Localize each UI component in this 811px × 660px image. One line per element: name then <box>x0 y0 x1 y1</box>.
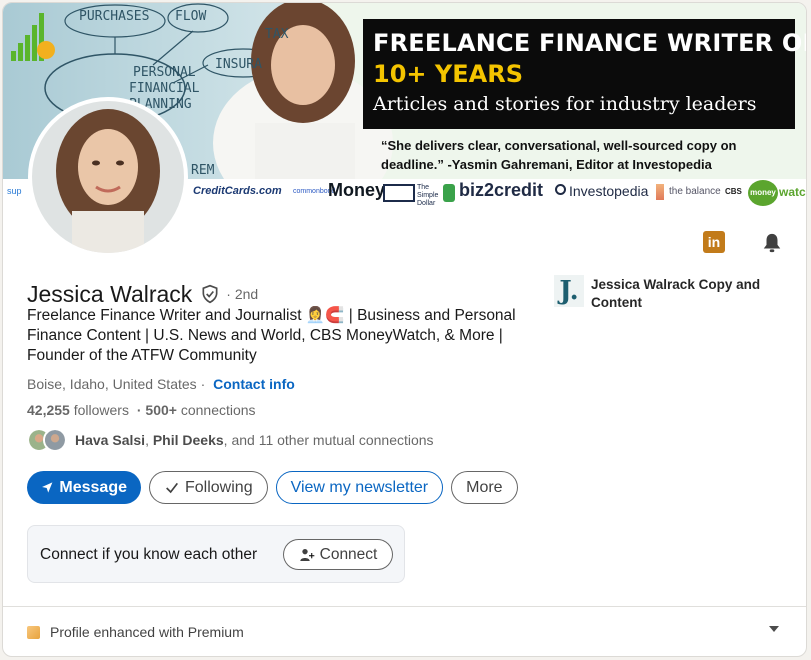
banner-quote: “She delivers clear, conversational, wel… <box>381 138 737 172</box>
balance-logo-mark <box>656 184 664 200</box>
avatar-photo <box>32 101 184 253</box>
logo-text: biz2credit <box>459 180 544 200</box>
message-button-label: Message <box>59 478 127 496</box>
followers-count[interactable]: 42,255 <box>27 402 70 418</box>
more-button[interactable]: More <box>451 471 518 504</box>
stats-row: 42,255 followers · 500+ connections <box>27 402 256 418</box>
connect-suggestion-box: Connect if you know each other Connect <box>27 525 405 583</box>
mutual-avatar <box>43 428 67 452</box>
biz2credit-logo-mark <box>443 184 455 202</box>
bell-icon[interactable] <box>761 232 783 254</box>
premium-row[interactable]: Profile enhanced with Premium <box>27 622 244 642</box>
connect-button-label: Connect <box>319 545 378 563</box>
message-button[interactable]: Message <box>27 471 141 504</box>
mutual-name[interactable]: Phil Deeks <box>153 432 224 448</box>
premium-icon <box>27 625 40 639</box>
mutual-connections-text: Hava Salsi, Phil Deeks, and 11 other mut… <box>75 432 434 448</box>
connections-label: connections <box>180 402 256 418</box>
divider <box>3 606 806 607</box>
add-person-icon <box>299 548 314 561</box>
investopedia-logo-mark <box>555 184 566 195</box>
logo-text: money <box>748 180 778 206</box>
linkedin-icon[interactable]: in <box>703 231 725 253</box>
profile-headline: Freelance Finance Writer and Journalist … <box>27 307 516 364</box>
following-button-label: Following <box>185 478 253 496</box>
newsletter-button-label: View my newsletter <box>290 478 429 496</box>
more-button-label: More <box>466 478 503 496</box>
connect-prompt: Connect if you know each other <box>40 546 258 563</box>
logo-text: CBS <box>725 187 742 196</box>
banner-scribble: TAX <box>265 27 289 42</box>
contact-info-link[interactable]: Contact info <box>213 376 295 392</box>
logo-text: CreditCards.com <box>193 185 282 197</box>
mutual-name[interactable]: Hava Salsi <box>75 432 145 448</box>
banner-title-box: FREELANCE FINANCE WRITER OF 10+ YEARS Ar… <box>363 19 806 129</box>
profile-name-row: Jessica Walrack · 2nd <box>27 279 258 309</box>
following-button[interactable]: Following <box>149 471 268 504</box>
simple-dollar-logo-mark <box>383 184 415 202</box>
logo-text: Money <box>328 180 386 200</box>
profile-location: Boise, Idaho, United States <box>27 376 197 392</box>
profile-name: Jessica Walrack <box>27 280 193 307</box>
logo-text: the balance <box>669 186 721 197</box>
profile-avatar[interactable] <box>28 97 188 257</box>
banner-scribble: FLOW <box>175 9 207 24</box>
banner-scribble: PERSONAL <box>133 65 196 80</box>
location-row: Boise, Idaho, United States · Contact in… <box>27 376 295 392</box>
logo-text: watch <box>779 185 806 199</box>
mutual-separator: , <box>145 432 149 448</box>
banner-scribble: REM <box>191 163 215 178</box>
company-name: Jessica Walrack Copy and Content <box>591 277 761 310</box>
mutual-connections[interactable]: Hava Salsi, Phil Deeks, and 11 other mut… <box>27 426 434 454</box>
chevron-down-icon[interactable] <box>769 626 779 632</box>
send-icon <box>42 482 53 493</box>
banner-subtitle: Articles and stories for industry leader… <box>373 93 757 115</box>
banner-scribble: FINANCIAL <box>129 81 200 96</box>
banner-scribble: INSURA <box>215 57 262 72</box>
banner-title: FREELANCE FINANCE WRITER OF <box>373 29 807 57</box>
connection-degree: · 2nd <box>226 286 259 302</box>
premium-label: Profile enhanced with Premium <box>50 624 244 640</box>
logo-text: The Simple Dollar <box>417 184 439 207</box>
logo-text: Investopedia <box>569 183 649 199</box>
connect-button[interactable]: Connect <box>283 539 393 570</box>
logo-text: sup <box>7 186 22 196</box>
company-logo: J. <box>554 275 584 307</box>
check-icon <box>166 482 178 493</box>
action-buttons: Message Following View my newsletter Mor… <box>27 471 518 504</box>
profile-card: PURCHASES FLOW TAX INSURA PERSONAL FINAN… <box>2 2 807 657</box>
banner-scribble: PURCHASES <box>79 9 150 24</box>
view-newsletter-button[interactable]: View my newsletter <box>275 471 444 504</box>
mutual-rest: , and 11 other mutual connections <box>223 432 434 448</box>
location-separator: · <box>200 376 206 392</box>
current-company[interactable]: J. Jessica Walrack Copy and Content <box>554 275 784 315</box>
banner-title-highlight: 10+ YEARS <box>373 60 523 88</box>
verified-shield-icon[interactable] <box>200 284 220 304</box>
connections-count[interactable]: · 500+ <box>137 402 177 418</box>
followers-label: followers <box>73 402 129 418</box>
